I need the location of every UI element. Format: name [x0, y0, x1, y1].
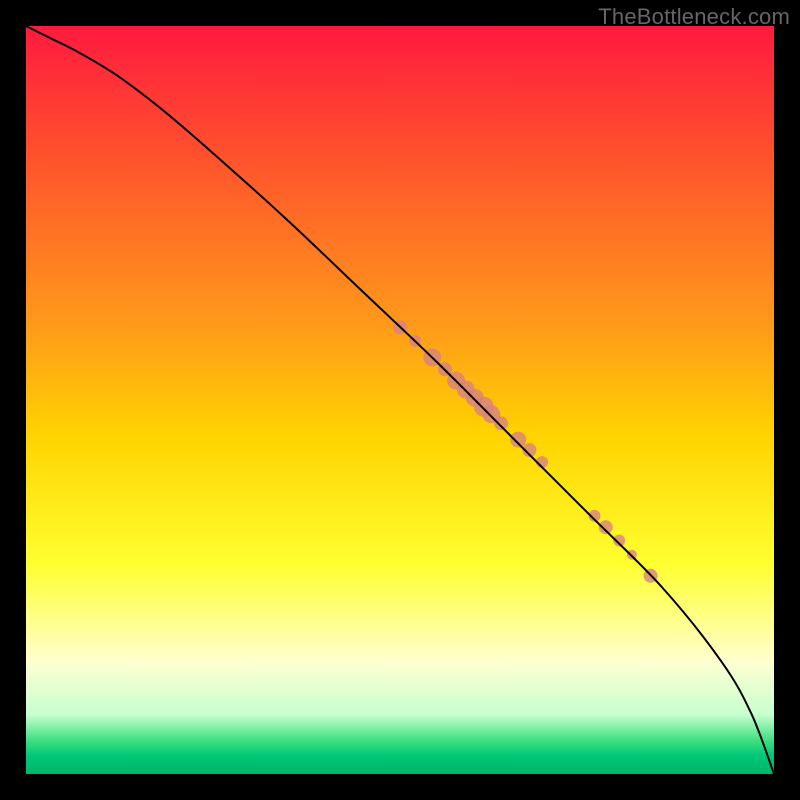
chart-background	[26, 26, 774, 774]
marker-dot	[510, 432, 526, 448]
watermark-label: TheBottleneck.com	[598, 4, 790, 30]
chart-frame: TheBottleneck.com	[0, 0, 800, 800]
chart-svg	[26, 26, 774, 774]
marker-dot	[494, 416, 508, 430]
marker-dot	[599, 520, 613, 534]
plot-area	[26, 26, 774, 774]
